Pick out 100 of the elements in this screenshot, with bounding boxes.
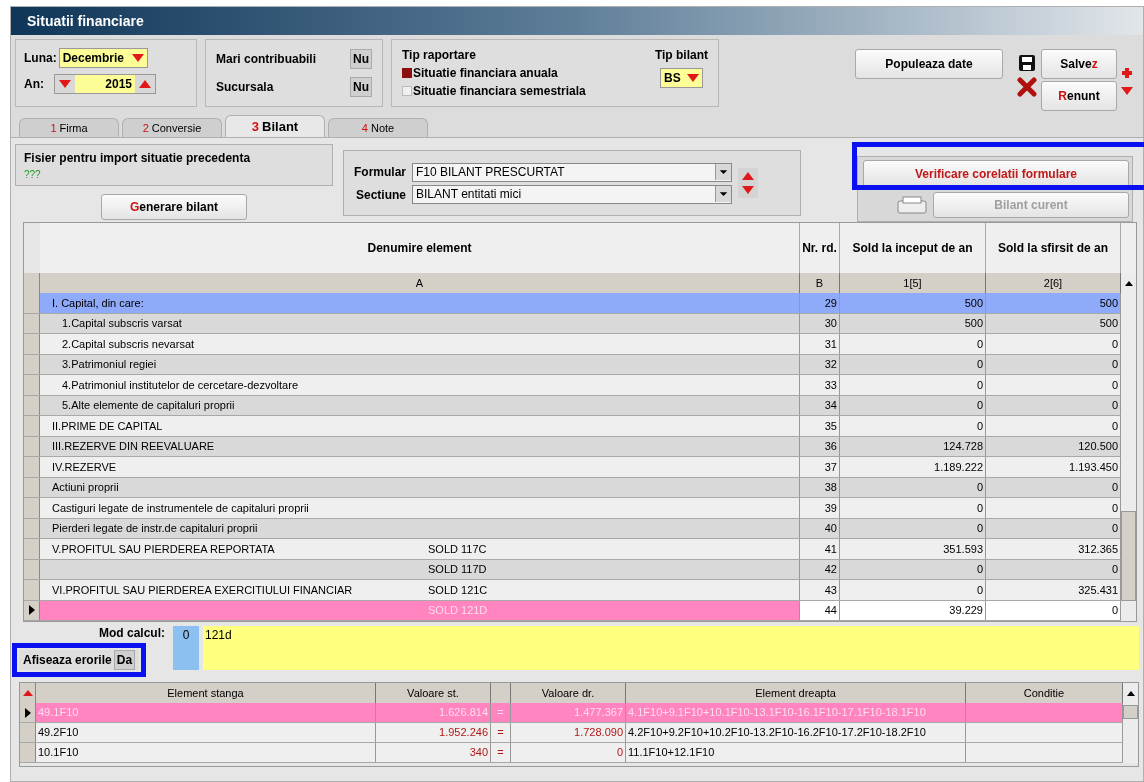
element-name: 3.Patrimoniul regiei [61, 357, 158, 372]
scroll-up-icon[interactable] [1124, 280, 1133, 286]
table-row[interactable]: 4.Patrimoniul institutelor de cercetare-dezvoltare 33 0 0 [24, 375, 1121, 396]
account-label: SOLD 117C [428, 541, 487, 557]
table-row[interactable]: I. Capital, din care: 29 500 500 [24, 293, 1121, 314]
populate-button[interactable]: Populeaza date [855, 49, 1003, 79]
element-name: 2.Capital subscris nevarsat [61, 336, 196, 352]
month-select[interactable]: Decembrie [58, 48, 149, 68]
scroll-up-icon[interactable] [1126, 690, 1135, 696]
element-name: VI.PROFITUL SAU PIERDEREA EXERCITIULUI FINANCIAR [51, 582, 354, 598]
generate-button[interactable]: Generare bilant [101, 194, 247, 220]
balance-type-select[interactable]: BS [660, 68, 703, 88]
account-label: SOLD 117D [428, 562, 487, 577]
row-header[interactable] [24, 600, 40, 620]
report-option-label: Situatie financiara semestriala [413, 83, 586, 100]
tab[interactable]: 3 Bilant [225, 115, 325, 137]
cancel-button[interactable]: Renunt [1041, 81, 1117, 111]
import-label: Fisier pentru import situatie precedenta [24, 150, 252, 167]
element-name: 4.Patrimoniul institutelor de cercetare-dezvoltare [61, 377, 299, 393]
table-row[interactable]: SOLD 121D 44 39.229 0 [24, 600, 1121, 621]
left-value: 1.626.814 [376, 703, 491, 722]
element-name: V.PROFITUL SAU PIERDEREA REPORTATA [51, 541, 276, 557]
section-label: Sectiune [355, 186, 406, 204]
report-option-label: Situatie financiara anuala [413, 65, 558, 82]
table-row[interactable]: 1.Capital subscris varsat 30 500 500 [24, 313, 1121, 334]
down-arrow-icon[interactable] [742, 186, 754, 194]
element-name: I. Capital, din care: [51, 295, 145, 311]
down-arrow-icon[interactable] [1121, 87, 1133, 95]
account-label: SOLD 121D [428, 603, 488, 618]
show-errors-value[interactable]: Da [113, 650, 136, 670]
equals-sign: = [491, 723, 511, 742]
error-row[interactable]: 49.2F10 1.952.246 = 1.728.090 4.2F10+9.2F10+10.2F10-13.2F10-16.2F10-17.2F10-18.2F10 [20, 723, 1123, 743]
cross-icon [1017, 77, 1037, 97]
table-row[interactable]: VI.PROFITUL SAU PIERDEREA EXERCITIULUI FINANCIAR SOLD 121C 43 0 325.431 [24, 580, 1121, 601]
equals-sign: = [491, 703, 511, 722]
tab[interactable]: 1 Firma [19, 118, 119, 137]
table-row[interactable]: Actiuni proprii 38 0 0 [24, 477, 1121, 498]
table-row[interactable]: Castiguri legate de instrumentele de capitaluri proprii 39 0 0 [24, 498, 1121, 519]
printer-icon [897, 196, 927, 214]
left-element: 49.2F10 [36, 723, 376, 742]
calc-mode-label: Mod calcul: [99, 626, 166, 640]
table-row[interactable]: 2.Capital subscris nevarsat 31 0 0 [24, 334, 1121, 355]
formula-field[interactable]: 121d [203, 626, 1139, 670]
table-row[interactable]: 5.Alte elemente de capitaluri proprii 34 0 0 [24, 395, 1121, 416]
table-row[interactable]: Pierderi legate de instr.de capitaluri proprii 40 0 0 [24, 518, 1121, 539]
error-row[interactable]: 10.1F10 340 = 0 11.1F10+12.1F10 [20, 743, 1123, 763]
element-name: Castiguri legate de instrumentele de capitaluri proprii [51, 500, 310, 516]
dropdown-field[interactable]: F10 BILANT PRESCURTAT [412, 162, 732, 182]
start-balance: 39.229 [840, 600, 986, 620]
row-number: 44 [800, 600, 840, 620]
right-value: 1.477.367 [511, 703, 626, 722]
flag-value[interactable]: Nu [350, 49, 372, 69]
flag-value[interactable]: Nu [350, 77, 372, 97]
sort-arrow-icon[interactable] [22, 690, 33, 696]
tab[interactable]: 4 Note [328, 118, 428, 137]
month-label: Luna: [24, 50, 57, 67]
calc-mode-value[interactable]: 0 [173, 626, 199, 670]
dropdown-field[interactable]: BILANT entitati mici [412, 184, 732, 204]
radio-square[interactable] [402, 68, 412, 78]
radio-square[interactable] [402, 86, 412, 96]
element-name: 1.Capital subscris varsat [61, 316, 183, 331]
window-title: Situatii financiare [27, 11, 144, 31]
import-file-value: ??? [24, 168, 42, 182]
row-pointer-icon [24, 707, 31, 718]
right-element: 11.1F10+12.1F10 [626, 743, 966, 762]
right-value: 0 [511, 743, 626, 762]
right-element: 4.2F10+9.2F10+10.2F10-13.2F10-16.2F10-17.2F10-18.2F10 [626, 723, 966, 742]
scrollbar[interactable] [1121, 293, 1136, 621]
formular-label: Formular [354, 163, 406, 181]
account-label: SOLD 121C [428, 582, 488, 598]
element-name: II.PRIME DE CAPITAL [51, 418, 164, 434]
left-element: 49.1F10 [36, 703, 376, 722]
save-button[interactable]: Salvez [1041, 49, 1117, 79]
balance-type-label: Tip bilant [654, 47, 708, 64]
up-arrow-icon[interactable] [742, 172, 754, 180]
flag-label: Mari contribuabili [216, 51, 316, 68]
left-element: 10.1F10 [36, 743, 376, 762]
flag-label: Sucursala [216, 79, 274, 96]
element-name: III.REZERVE DIN REEVALUARE [51, 439, 216, 454]
row-header[interactable] [20, 703, 36, 722]
table-row[interactable]: IV.REZERVE 37 1.189.222 1.193.450 [24, 457, 1121, 478]
table-row[interactable]: SOLD 117D 42 0 0 [24, 559, 1121, 580]
year-label: An: [24, 76, 44, 93]
row-pointer-icon [28, 605, 35, 616]
right-element: 4.1F10+9.1F10+10.1F10-13.1F10-16.1F10-17.1F10-18.1F10 [626, 703, 966, 722]
scrollbar[interactable] [1123, 703, 1138, 763]
check-correlations-button[interactable]: Verificare corelatii formulare [863, 160, 1129, 187]
equals-sign: = [491, 743, 511, 762]
element-name: 5.Alte elemente de capitaluri proprii [61, 398, 236, 413]
tab[interactable]: 2 Conversie [122, 118, 222, 137]
plus-icon[interactable] [1121, 67, 1133, 79]
table-row[interactable]: II.PRIME DE CAPITAL 35 0 0 [24, 416, 1121, 437]
table-row[interactable]: V.PROFITUL SAU PIERDEREA REPORTATA SOLD 117C 41 351.593 312.365 [24, 539, 1121, 560]
element-name: Actiuni proprii [51, 480, 120, 495]
table-row[interactable]: III.REZERVE DIN REEVALUARE 36 124.728 120.500 [24, 436, 1121, 457]
element-name: Pierderi legate de instr.de capitaluri proprii [51, 521, 259, 536]
end-balance: 0 [986, 600, 1121, 620]
left-value: 1.952.246 [376, 723, 491, 742]
show-errors-label: Afiseaza erorile [23, 652, 112, 669]
table-row[interactable]: 3.Patrimoniul regiei 32 0 0 [24, 354, 1121, 375]
